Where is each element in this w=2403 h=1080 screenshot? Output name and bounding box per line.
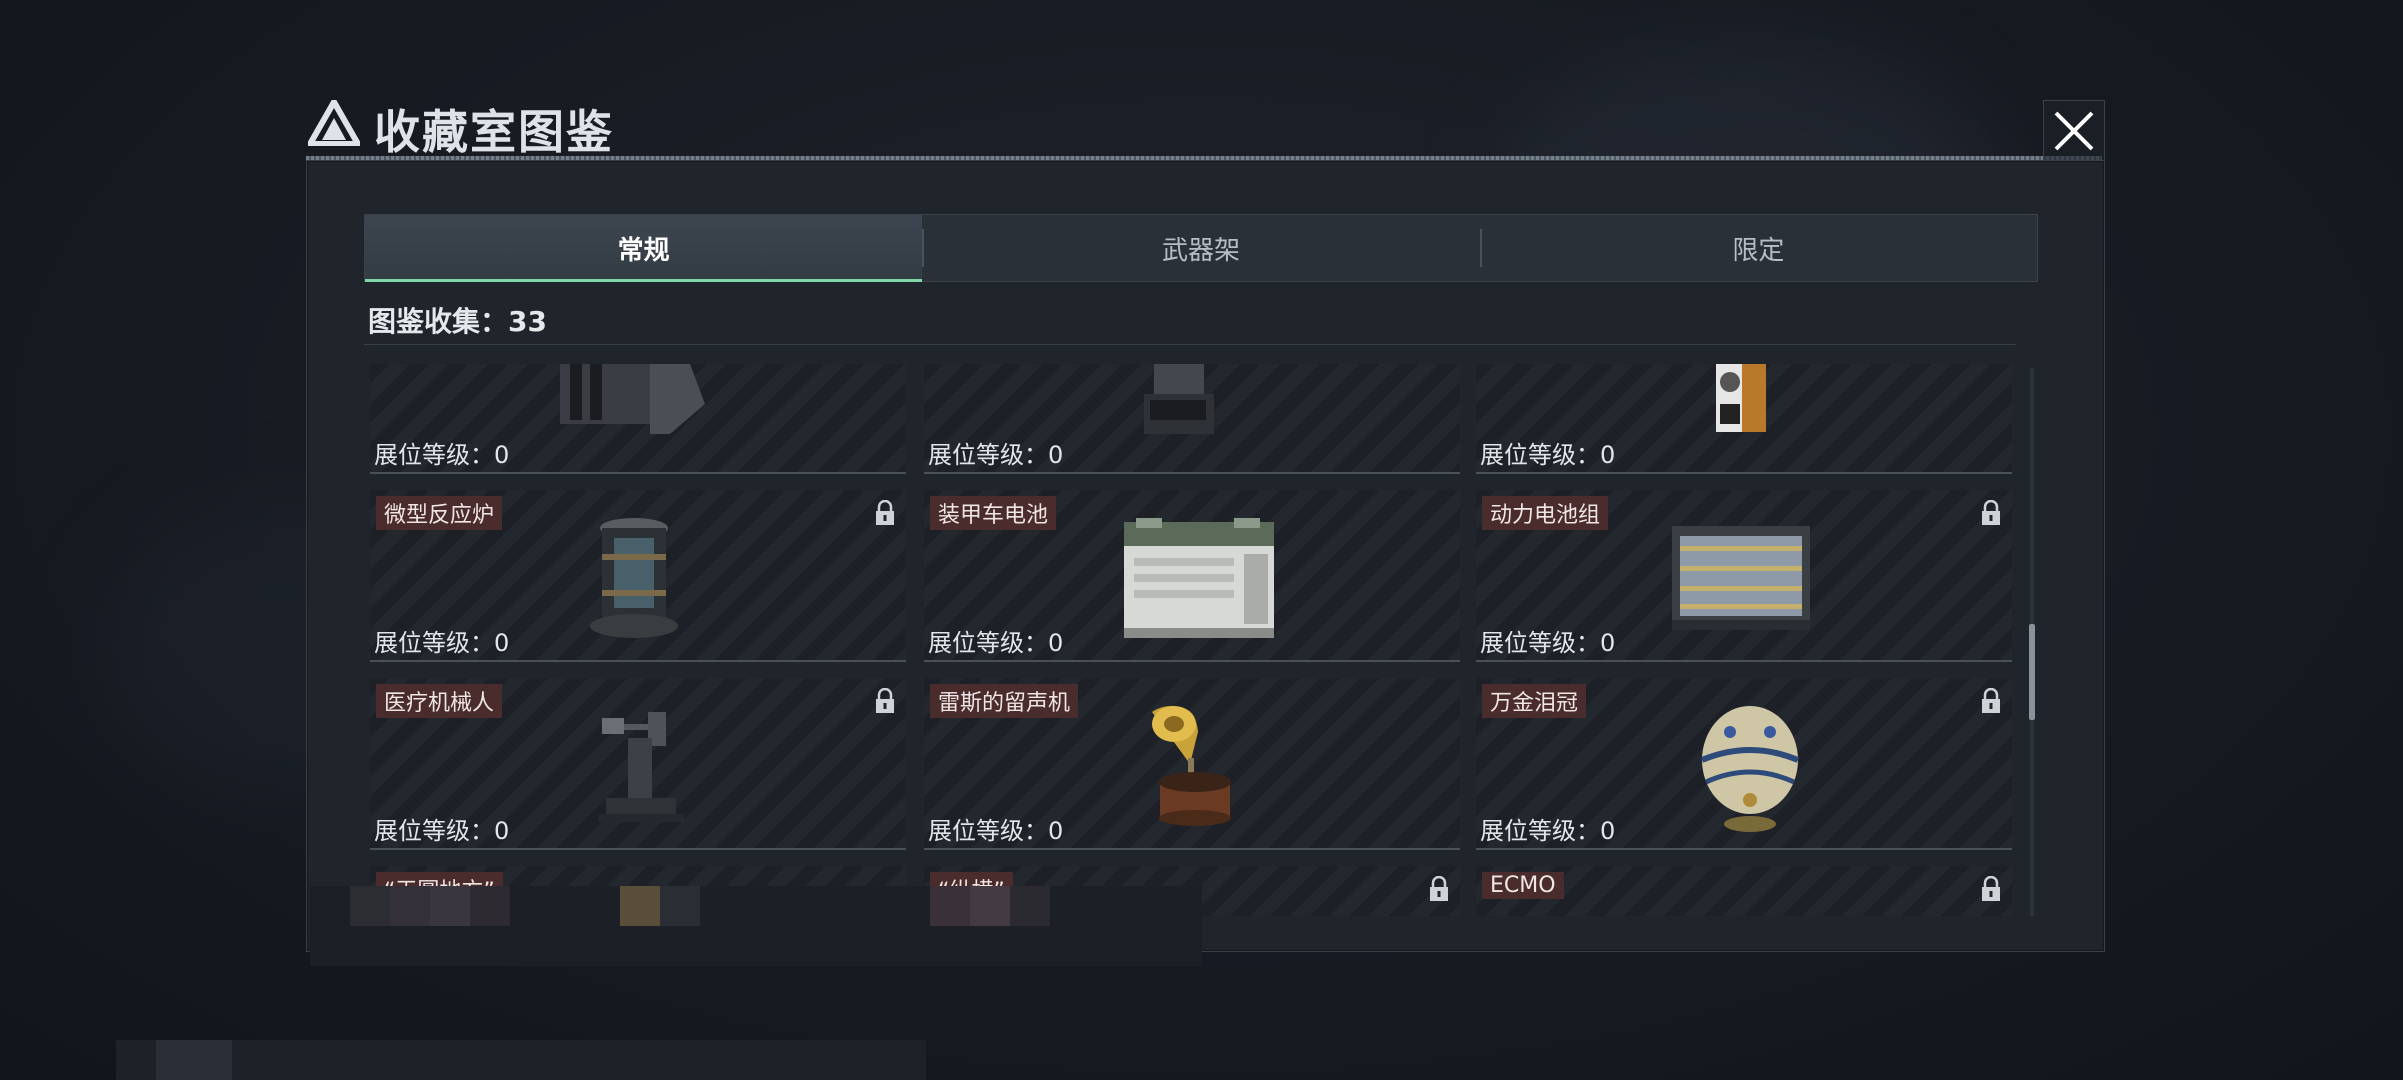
jeweled-egg-icon — [1700, 706, 1800, 832]
gramophone-icon — [1152, 706, 1231, 826]
medical-robot-icon — [598, 712, 684, 822]
tab-bar: 常规 武器架 限定 — [364, 214, 2038, 282]
blurred-overlay — [930, 886, 970, 926]
battery-pack-icon — [1672, 526, 1810, 630]
coffee-bag-icon — [1716, 364, 1766, 432]
tab-regular[interactable]: 常规 — [365, 215, 923, 282]
item-name: 动力电池组 — [1482, 496, 1609, 530]
item-name: ECMO — [1482, 872, 1564, 899]
item-card[interactable]: 万金泪冠 展位等级：0 — [1476, 678, 2012, 850]
machine-icon — [560, 364, 705, 434]
lock-icon — [1982, 876, 2000, 901]
blurred-overlay — [116, 1040, 926, 1080]
item-card[interactable]: 医疗机械人 展位等级：0 — [370, 678, 906, 850]
blurred-overlay — [620, 886, 660, 926]
lock-icon — [876, 688, 894, 713]
display-level: 展位等级：0 — [374, 817, 510, 845]
display-level: 展位等级：0 — [1480, 629, 1616, 657]
item-card[interactable]: 装甲车电池 展位等级：0 — [924, 490, 1460, 662]
window-header: 收藏室图鉴 — [296, 92, 2112, 166]
tab-weapon-rack[interactable]: 武器架 — [922, 215, 1479, 281]
item-card[interactable]: 展位等级：0 — [1476, 364, 2012, 474]
reactor-icon — [590, 518, 678, 638]
display-level: 展位等级：0 — [928, 629, 1064, 657]
item-card[interactable]: 动力电池组 展位等级：0 — [1476, 490, 2012, 662]
close-button[interactable] — [2043, 100, 2105, 162]
blurred-overlay — [430, 886, 470, 926]
blurred-overlay — [970, 886, 1010, 926]
blurred-overlay — [470, 886, 510, 926]
lock-icon — [1430, 876, 1448, 901]
item-name: 装甲车电池 — [930, 496, 1057, 530]
collection-number: 33 — [508, 305, 547, 338]
scrollbar-thumb[interactable] — [2029, 624, 2035, 720]
display-level: 展位等级：0 — [928, 441, 1064, 469]
display-level: 展位等级：0 — [374, 629, 510, 657]
blurred-overlay — [156, 1040, 232, 1080]
display-level: 展位等级：0 — [374, 441, 510, 469]
blurred-overlay — [1010, 886, 1050, 926]
lock-icon — [1982, 500, 2000, 525]
tab-limited[interactable]: 限定 — [1479, 215, 2037, 281]
divider — [364, 344, 2016, 345]
page-title: 收藏室图鉴 — [374, 105, 614, 159]
item-name: 万金泪冠 — [1482, 684, 1587, 718]
blurred-overlay — [660, 886, 700, 926]
blurred-overlay — [390, 886, 430, 926]
battery-icon — [1124, 518, 1274, 638]
collection-label: 图鉴收集： — [368, 305, 509, 338]
item-card[interactable]: 雷斯的留声机 展位等级：0 — [924, 678, 1460, 850]
display-level: 展位等级：0 — [928, 817, 1064, 845]
dock-icon — [1144, 364, 1214, 434]
display-level: 展位等级：0 — [1480, 441, 1616, 469]
item-card[interactable]: ECMO — [1476, 866, 2012, 916]
item-card[interactable]: 展位等级：0 — [924, 364, 1460, 474]
item-name: 医疗机械人 — [376, 684, 503, 718]
lock-icon — [876, 500, 894, 525]
item-card[interactable]: 微型反应炉 展位等级：0 — [370, 490, 906, 662]
collection-count: 图鉴收集：33 — [368, 300, 547, 340]
item-card[interactable]: 展位等级：0 — [370, 364, 906, 474]
item-name: 微型反应炉 — [376, 496, 503, 530]
display-level: 展位等级：0 — [1480, 817, 1616, 845]
close-icon — [2054, 111, 2094, 151]
blurred-overlay — [350, 886, 390, 926]
lock-icon — [1982, 688, 2000, 713]
item-grid: 展位等级：0 展位等级：0 展位等级：0 微型反应炉 展位等级：0 装甲车电池 … — [370, 364, 2018, 916]
item-name: 雷斯的留声机 — [930, 684, 1079, 718]
triangle-logo-icon — [308, 100, 360, 146]
